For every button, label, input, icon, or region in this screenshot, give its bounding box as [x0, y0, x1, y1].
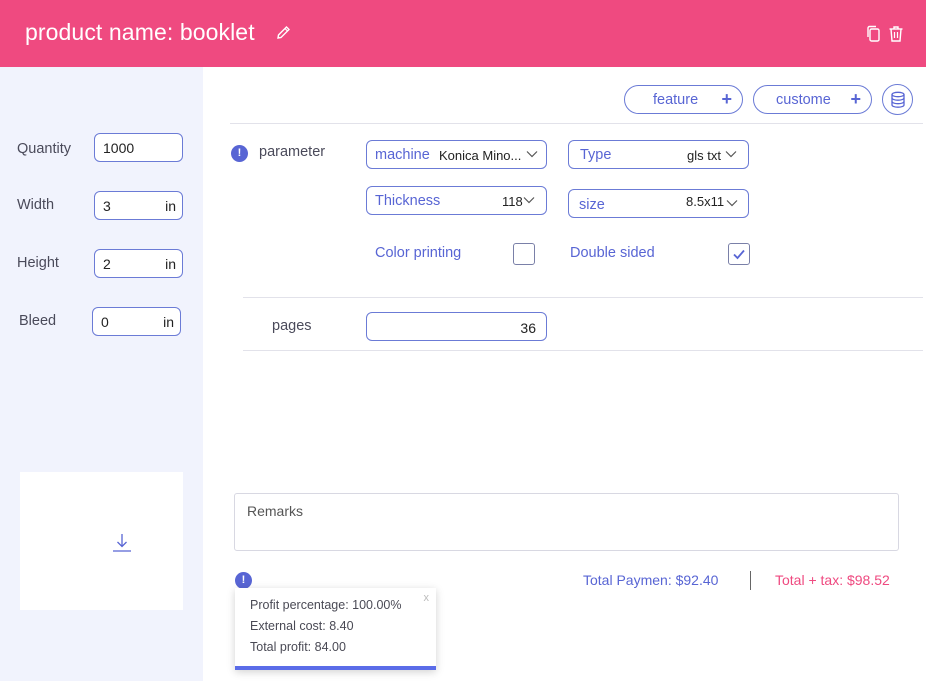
divider [230, 123, 923, 124]
height-field[interactable]: 2 in [94, 249, 183, 278]
quantity-field[interactable]: 1000 [94, 133, 183, 162]
double-sided-label: Double sided [570, 245, 655, 261]
bleed-label: Bleed [19, 313, 57, 329]
info-icon[interactable]: ! [235, 572, 252, 589]
trash-icon[interactable] [888, 25, 904, 43]
bleed-value: 0 [101, 314, 109, 330]
machine-key: machine [375, 147, 430, 163]
height-label: Height [17, 255, 59, 271]
bleed-unit: in [163, 314, 174, 330]
size-value: 8.5x11 [686, 194, 725, 209]
double-sided-checkbox[interactable] [728, 243, 750, 265]
divider [243, 350, 923, 351]
width-label: Width [17, 197, 55, 213]
thickness-select[interactable]: Thickness 118 [366, 186, 547, 215]
height-value: 2 [103, 256, 111, 272]
chevron-down-icon [726, 200, 738, 207]
custome-label: custome [776, 92, 831, 108]
custome-button[interactable]: custome + [753, 85, 872, 114]
machine-select[interactable]: machine Konica Mino... [366, 140, 547, 169]
width-value: 3 [103, 198, 111, 214]
chevron-down-icon [725, 151, 737, 158]
total-profit: Total profit: 84.00 [250, 640, 346, 654]
bleed-field[interactable]: 0 in [92, 307, 181, 336]
plus-icon: + [721, 89, 732, 109]
pages-label: pages [272, 318, 312, 334]
close-icon[interactable]: x [424, 592, 430, 604]
profit-percentage: Profit percentage: 100.00% [250, 598, 402, 612]
total-payment: Total Paymen: $92.40 [583, 572, 719, 588]
download-panel[interactable] [20, 472, 183, 610]
width-field[interactable]: 3 in [94, 191, 183, 220]
color-printing-checkbox[interactable] [513, 243, 535, 265]
divider [750, 571, 751, 590]
machine-value: Konica Mino... [439, 148, 522, 163]
profit-tooltip: x Profit percentage: 100.00% External co… [235, 588, 436, 670]
size-select[interactable]: size 8.5x11 [568, 189, 749, 218]
database-button[interactable] [882, 84, 913, 115]
width-unit: in [165, 198, 176, 214]
download-icon[interactable] [112, 532, 132, 554]
total-with-tax: Total + tax: $98.52 [775, 572, 890, 588]
size-key: size [579, 197, 605, 213]
quantity-value: 1000 [103, 140, 135, 156]
copy-icon[interactable] [866, 25, 881, 43]
type-select[interactable]: Type gls txt [568, 140, 749, 169]
type-value: gls txt [687, 148, 721, 163]
chevron-down-icon [526, 151, 538, 158]
thickness-key: Thickness [375, 193, 441, 209]
height-unit: in [165, 256, 176, 272]
remarks-field[interactable]: Remarks [234, 493, 899, 551]
database-icon [891, 91, 905, 108]
tooltip-accent-bar [235, 666, 436, 670]
feature-button[interactable]: feature + [624, 85, 743, 114]
remarks-label: Remarks [247, 503, 304, 519]
info-icon[interactable]: ! [231, 145, 248, 162]
header-bar: product name: booklet [0, 0, 926, 67]
pages-field[interactable]: 36 [366, 312, 547, 341]
pencil-icon[interactable] [276, 25, 291, 41]
type-key: Type [580, 147, 612, 163]
parameter-label: parameter [259, 144, 326, 160]
divider [243, 297, 923, 298]
checkmark-icon [733, 249, 745, 260]
pages-value: 36 [520, 320, 536, 336]
page-title: product name: booklet [25, 19, 255, 45]
external-cost: External cost: 8.40 [250, 619, 354, 633]
feature-label: feature [653, 92, 699, 108]
chevron-down-icon [523, 197, 535, 204]
color-printing-label: Color printing [375, 245, 462, 261]
thickness-value: 118 [502, 194, 523, 209]
plus-icon: + [850, 89, 861, 109]
quantity-label: Quantity [17, 141, 71, 157]
